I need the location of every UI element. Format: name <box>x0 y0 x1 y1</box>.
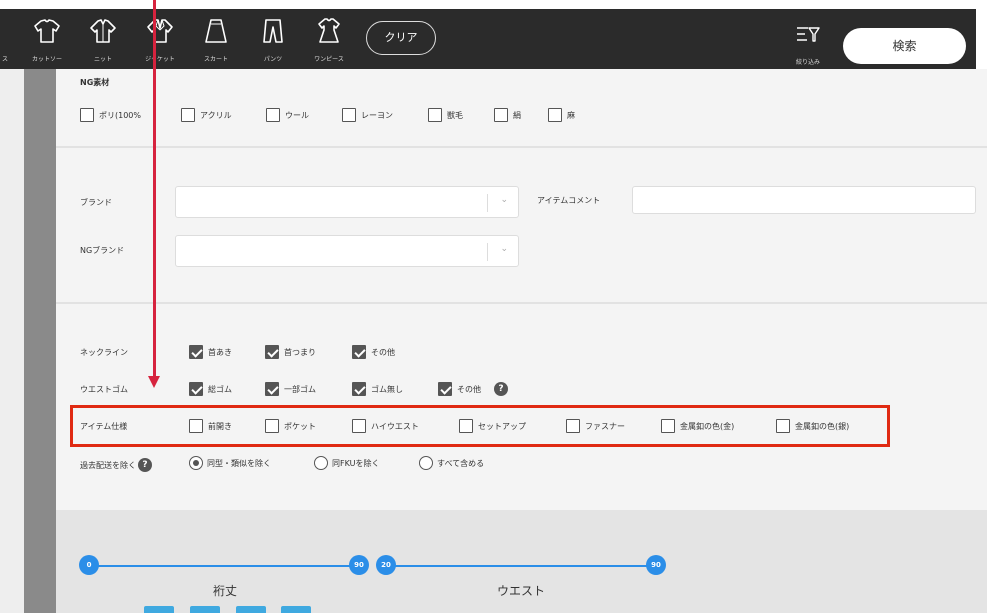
waist-min-handle[interactable]: 20 <box>376 555 396 575</box>
filter-icon <box>797 27 820 42</box>
category-pants[interactable]: パンツ <box>243 9 303 69</box>
section-divider <box>56 302 987 304</box>
sleeve-length-slider-track[interactable] <box>88 565 360 567</box>
neckline-label: ネックライン <box>80 348 128 357</box>
side-bar <box>24 69 56 613</box>
waist-rubber-label: ウエストゴム <box>80 385 128 394</box>
sleeve-length-title: 裄丈 <box>213 584 238 598</box>
neckline-option[interactable]: 首つまり <box>265 344 316 360</box>
arrow-head-icon <box>148 376 160 388</box>
checkbox[interactable] <box>352 382 366 396</box>
section-divider <box>56 146 987 148</box>
left-margin <box>0 69 24 613</box>
screen: { "toolbar": { "categories": [ {"label":… <box>0 0 987 613</box>
radio[interactable] <box>419 456 433 470</box>
ng-brand-label: NGブランド <box>80 246 125 255</box>
partial-category-label[interactable]: ス <box>2 54 8 63</box>
category-knit[interactable]: ニット <box>73 9 133 69</box>
size-chip[interactable] <box>281 606 311 613</box>
chevron-down-icon: ⌄ <box>500 244 508 254</box>
sleeve-length-max-handle[interactable]: 90 <box>349 555 369 575</box>
skirt-icon <box>205 19 227 43</box>
category-label: パンツ <box>263 56 283 63</box>
waist-slider-track[interactable] <box>385 565 657 567</box>
waist-rubber-option[interactable]: 総ゴム <box>189 381 232 397</box>
checkbox[interactable] <box>265 345 279 359</box>
pants-icon <box>263 19 283 43</box>
checkbox[interactable] <box>438 382 452 396</box>
category-dress[interactable]: ワンピース <box>299 9 359 69</box>
checkbox[interactable] <box>189 382 203 396</box>
checkbox[interactable] <box>352 345 366 359</box>
search-button[interactable]: 検索 <box>843 28 966 64</box>
waist-title-text: ウエスト <box>497 584 546 598</box>
ng-material-option[interactable]: ウール <box>266 107 309 123</box>
category-skirt[interactable]: スカート <box>186 9 246 69</box>
past-delivery-option[interactable]: 同FKUを除く <box>314 455 380 471</box>
size-chip[interactable] <box>190 606 220 613</box>
waist-rubber-option[interactable]: ゴム無し <box>352 381 403 397</box>
category-label: ニット <box>93 56 112 63</box>
highlight-box <box>70 405 890 447</box>
help-icon[interactable]: ? <box>494 382 508 396</box>
past-delivery-option[interactable]: 同型・類似を除く <box>189 455 271 471</box>
ng-material-option[interactable]: 麻 <box>548 107 575 123</box>
category-label: スカート <box>203 56 228 63</box>
brand-select[interactable]: ⌄ <box>175 186 519 218</box>
checkbox[interactable] <box>548 108 562 122</box>
chevron-down-icon: ⌄ <box>500 195 508 205</box>
select-separator <box>487 243 488 261</box>
brand-label: ブランド <box>80 198 112 207</box>
radio[interactable] <box>314 456 328 470</box>
past-delivery-label: 過去配送を除く ? <box>80 458 152 472</box>
category-toolbar: ス カットソー ニット ジャケット スカート パンツ ワンピース クリア 絞り込… <box>0 9 976 69</box>
select-separator <box>487 194 488 212</box>
category-label: ジャケット <box>145 56 175 63</box>
filter-button[interactable]: 絞り込み <box>786 17 830 67</box>
ng-material-option[interactable]: ポリ(100% <box>80 107 141 123</box>
clear-button[interactable]: クリア <box>366 21 436 55</box>
item-comment-label: アイテムコメント <box>537 196 601 205</box>
checkbox[interactable] <box>342 108 356 122</box>
ng-material-title: NG素材 <box>80 78 110 87</box>
checkbox[interactable] <box>265 382 279 396</box>
past-delivery-text: 過去配送を除く <box>80 460 136 470</box>
cut-and-sewn-icon <box>34 19 60 43</box>
filter-label: 絞り込み <box>795 59 820 66</box>
checkbox[interactable] <box>189 345 203 359</box>
jacket-icon <box>147 19 173 43</box>
ng-material-option[interactable]: レーヨン <box>342 107 393 123</box>
ng-material-option[interactable]: 獣毛 <box>428 107 463 123</box>
ng-material-option[interactable]: 絹 <box>494 107 521 123</box>
ng-brand-select[interactable]: ⌄ <box>175 235 519 267</box>
annotation-arrow <box>153 0 156 378</box>
size-chip[interactable] <box>236 606 266 613</box>
category-jacket[interactable]: ジャケット <box>130 9 190 69</box>
neckline-option[interactable]: その他 <box>352 344 395 360</box>
sleeve-length-min-handle[interactable]: 0 <box>79 555 99 575</box>
radio[interactable] <box>189 456 203 470</box>
waist-rubber-option[interactable]: 一部ゴム <box>265 381 316 397</box>
category-label: カットソー <box>31 56 62 63</box>
checkbox[interactable] <box>266 108 280 122</box>
category-cut-and-sewn[interactable]: カットソー <box>17 9 77 69</box>
item-comment-input[interactable] <box>632 186 976 214</box>
checkbox[interactable] <box>428 108 442 122</box>
waist-max-handle[interactable]: 90 <box>646 555 666 575</box>
ng-material-option[interactable]: アクリル <box>181 107 232 123</box>
neckline-option[interactable]: 首あき <box>189 344 232 360</box>
checkbox[interactable] <box>181 108 195 122</box>
size-chip[interactable] <box>144 606 174 613</box>
checkbox[interactable] <box>80 108 94 122</box>
help-icon[interactable]: ? <box>138 458 152 472</box>
checkbox[interactable] <box>494 108 508 122</box>
past-delivery-option[interactable]: すべて含める <box>419 455 484 471</box>
dress-icon <box>318 18 340 43</box>
knit-icon <box>90 19 116 43</box>
waist-rubber-option[interactable]: その他 <box>438 381 481 397</box>
waist-title: ウエスト <box>497 582 545 599</box>
category-label: ワンピース <box>314 56 344 63</box>
